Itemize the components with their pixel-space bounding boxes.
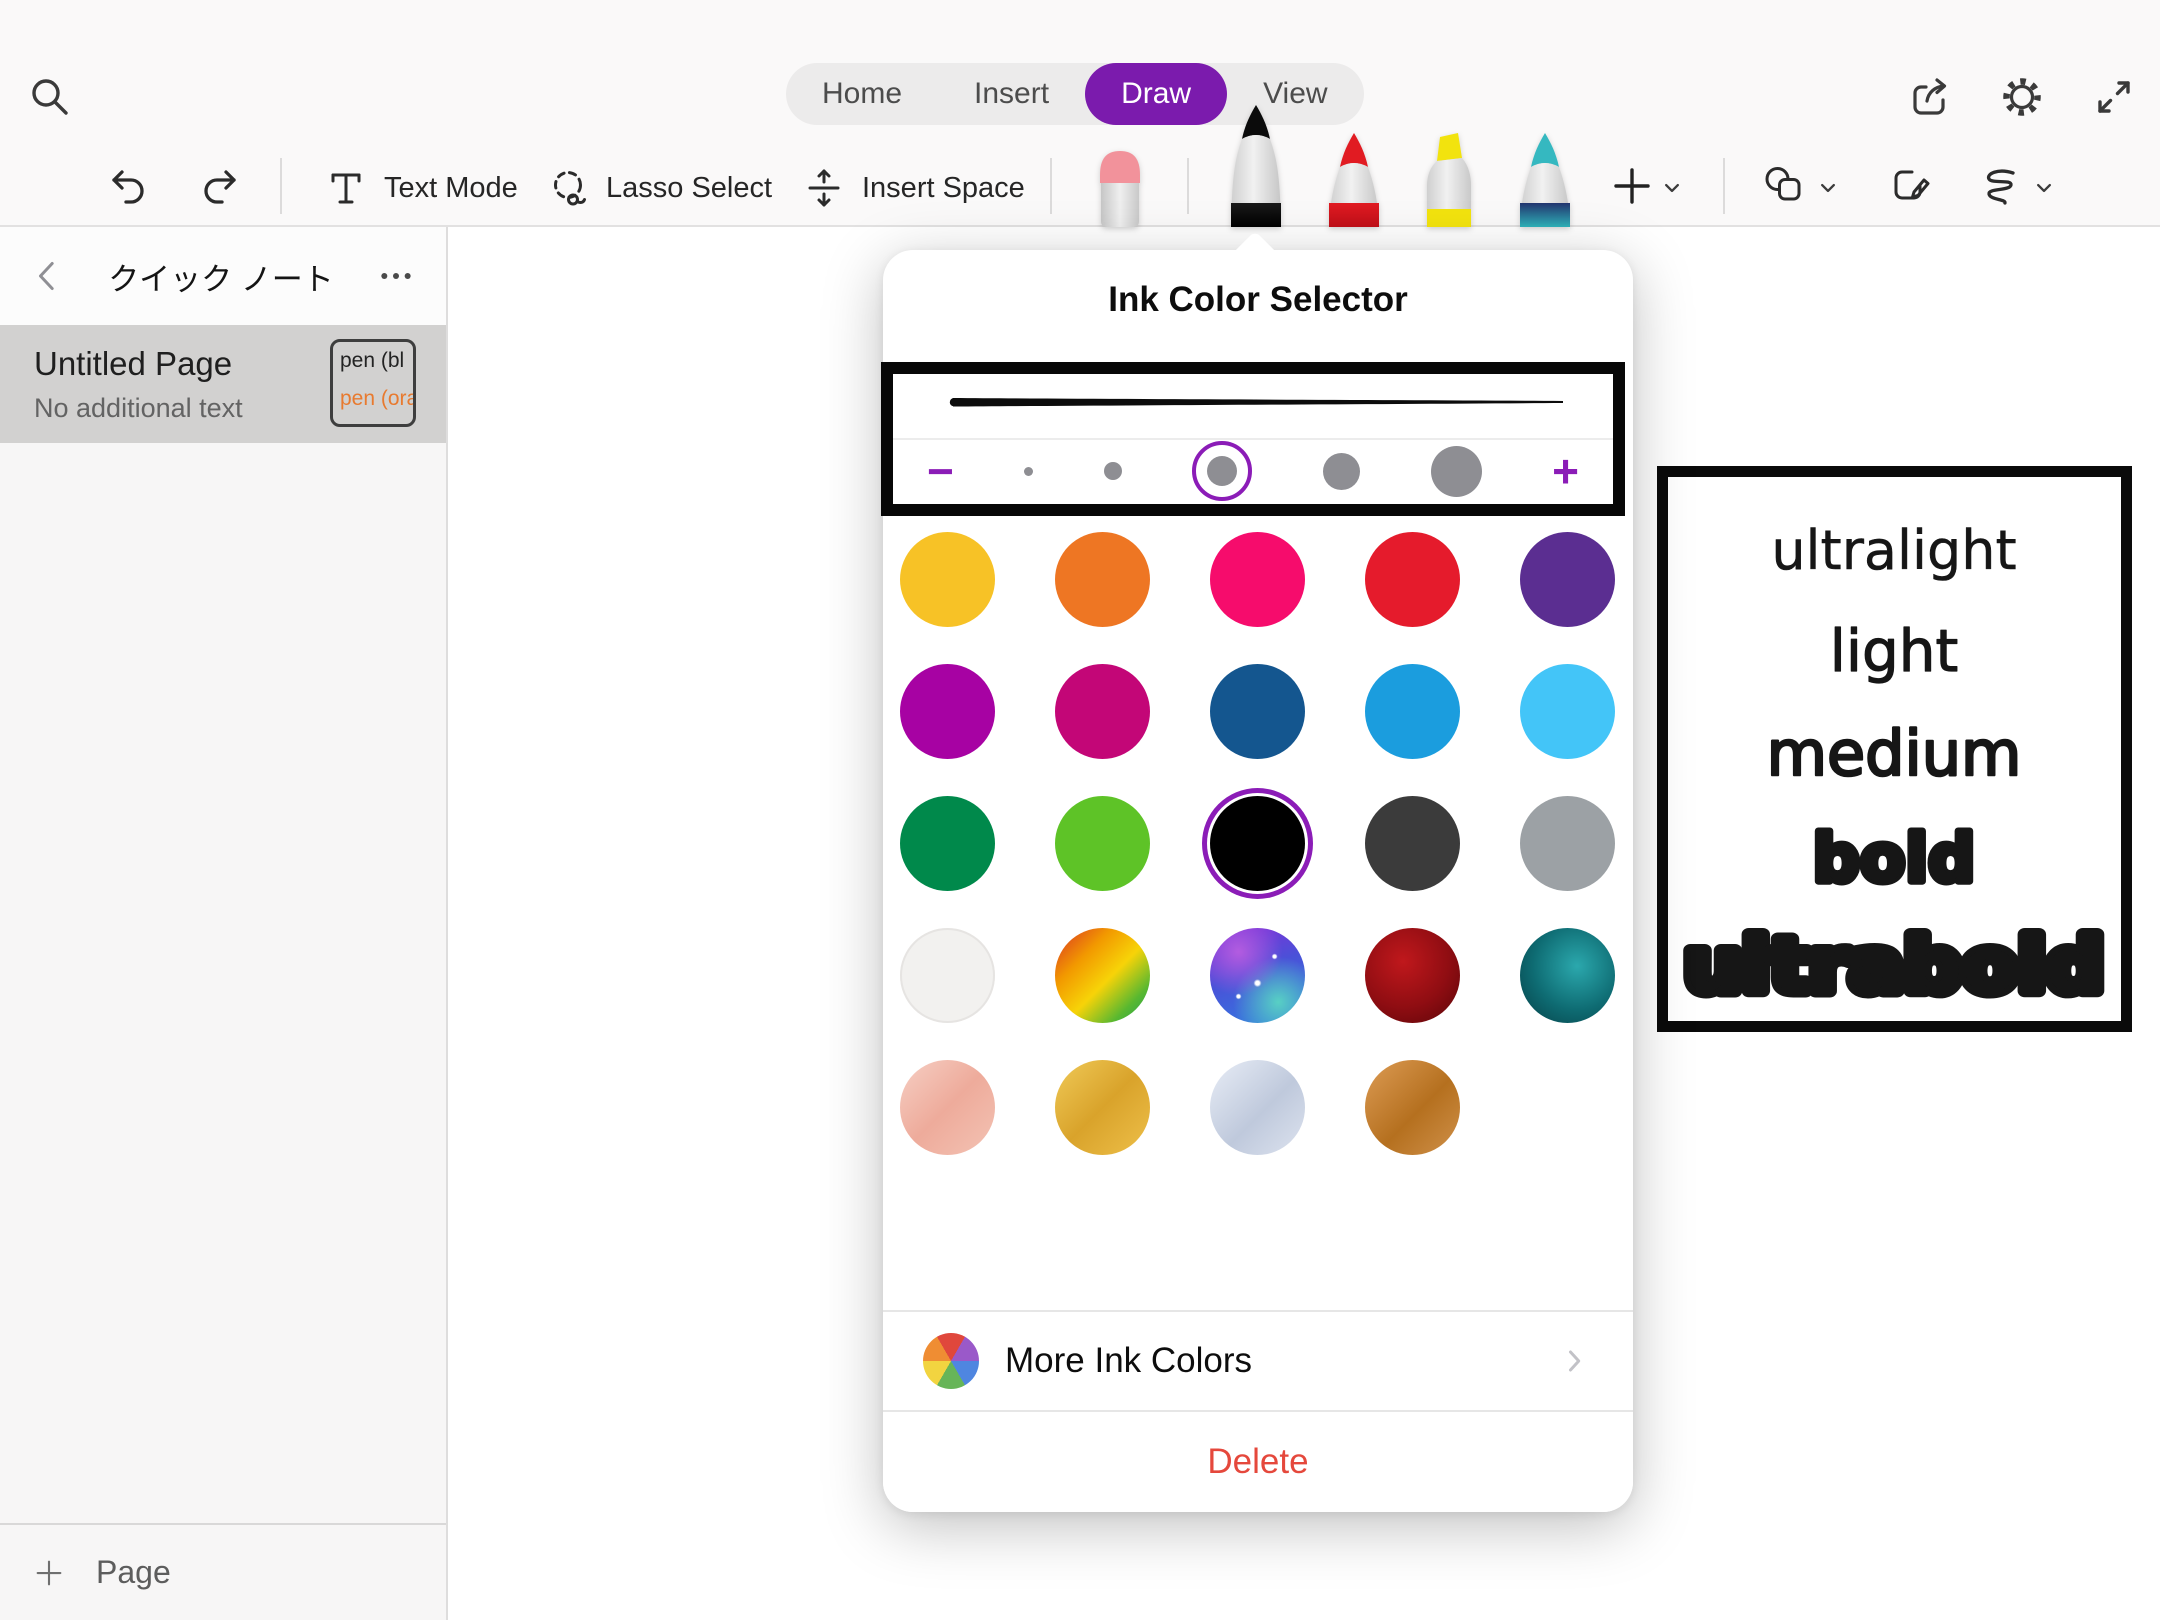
chevron-down-icon[interactable] xyxy=(1658,174,1686,202)
ink-swatch-blue[interactable] xyxy=(1365,664,1460,759)
tool-pen-black-selected[interactable] xyxy=(1218,103,1294,232)
notebook-title: クイック ノート xyxy=(68,254,374,299)
page-list-item-selected[interactable]: Untitled Page No additional text pen (bl… xyxy=(0,325,446,443)
tool-pen-galaxy[interactable] xyxy=(1507,131,1583,232)
ink-swatch-purple[interactable] xyxy=(1520,532,1615,627)
weight-sample-medium: medium xyxy=(1767,717,2022,790)
toolbar-divider xyxy=(1187,158,1189,214)
toolbar-divider xyxy=(280,158,282,214)
insert-space-button[interactable]: Insert Space xyxy=(800,150,1025,226)
stroke-size-dot-2[interactable] xyxy=(1104,462,1122,480)
ink-swatch-gold-metallic[interactable] xyxy=(1055,1060,1150,1155)
increase-size-button[interactable]: + xyxy=(1552,448,1579,494)
thumbnail-ink-line: pen (bl xyxy=(333,342,413,380)
weight-sample-light: light xyxy=(1830,617,1959,685)
add-page-button[interactable]: Page xyxy=(0,1523,446,1620)
lasso-icon xyxy=(544,164,592,212)
insert-space-icon xyxy=(800,164,848,212)
ink-swatch-galaxy[interactable] xyxy=(1210,928,1305,1023)
stroke-size-selector: − + xyxy=(893,438,1613,502)
ink-swatch-ruby[interactable] xyxy=(1365,928,1460,1023)
undo-icon[interactable] xyxy=(104,160,152,208)
text-mode-label: Text Mode xyxy=(384,172,518,205)
redo-icon[interactable] xyxy=(196,160,244,208)
tool-highlighter-yellow[interactable] xyxy=(1412,131,1486,232)
delete-label: Delete xyxy=(1207,1442,1308,1482)
ink-swatch-silver[interactable] xyxy=(1210,1060,1305,1155)
settings-gear-icon[interactable] xyxy=(1998,73,2046,121)
share-icon[interactable] xyxy=(1906,73,1954,121)
stroke-size-dot-3[interactable] xyxy=(1207,456,1237,486)
ink-replay-squiggle-icon[interactable] xyxy=(1976,162,2024,210)
ink-swatch-gold[interactable] xyxy=(900,532,995,627)
ink-swatch-rose-gold[interactable] xyxy=(900,1060,995,1155)
toolbar-divider xyxy=(1050,158,1052,214)
ribbon-tab-home[interactable]: Home xyxy=(786,63,938,125)
fullscreen-expand-icon[interactable] xyxy=(2090,73,2138,121)
sidebar-header: クイック ノート xyxy=(0,227,446,325)
shapes-icon[interactable] xyxy=(1760,162,1808,210)
text-mode-icon xyxy=(322,164,370,212)
onenote-draw-window: HomeInsertDrawView xyxy=(0,0,2160,1620)
ink-swatch-white[interactable] xyxy=(900,928,995,1023)
tool-eraser[interactable] xyxy=(1084,147,1156,232)
ink-swatch-dark-gray[interactable] xyxy=(1365,796,1460,891)
lasso-select-button[interactable]: Lasso Select xyxy=(544,150,772,226)
plus-icon xyxy=(32,1556,66,1590)
ink-swatch-pink[interactable] xyxy=(1210,532,1305,627)
stroke-size-dot-5[interactable] xyxy=(1431,446,1482,497)
more-ink-colors-row[interactable]: More Ink Colors xyxy=(883,1310,1633,1412)
insert-space-label: Insert Space xyxy=(862,172,1025,205)
search-icon[interactable] xyxy=(26,73,74,121)
more-options-ellipsis-icon[interactable] xyxy=(374,256,418,296)
stroke-size-selected-ring[interactable] xyxy=(1192,441,1252,501)
ink-swatch-gray[interactable] xyxy=(1520,796,1615,891)
ink-swatch-black[interactable] xyxy=(1210,796,1305,891)
thumbnail-ink-line: pen (ora xyxy=(333,380,413,418)
ink-swatch-bronze[interactable] xyxy=(1365,1060,1460,1155)
stroke-width-preview xyxy=(947,390,1567,414)
ink-annotation-icon[interactable] xyxy=(1886,162,1934,210)
weight-sample-bold: bold xyxy=(1813,820,1975,897)
more-ink-colors-label: More Ink Colors xyxy=(1005,1341,1531,1381)
delete-pen-button[interactable]: Delete xyxy=(883,1412,1633,1512)
toolbar-divider xyxy=(1723,158,1725,214)
ink-swatch-lime-green[interactable] xyxy=(1055,796,1150,891)
ink-swatch-magenta[interactable] xyxy=(900,664,995,759)
stroke-weight-samples-box: ultralight light medium bold ultrabold xyxy=(1657,466,2132,1032)
lasso-select-label: Lasso Select xyxy=(606,172,772,205)
decrease-size-button[interactable]: − xyxy=(927,448,954,494)
page-title: Untitled Page xyxy=(34,345,232,383)
weight-sample-ultralight: ultralight xyxy=(1771,519,2016,582)
tool-pen-red[interactable] xyxy=(1316,131,1392,232)
page-sidebar: クイック ノート Untitled Page No additional tex… xyxy=(0,227,448,1620)
page-subtitle: No additional text xyxy=(34,393,243,424)
chevron-down-icon[interactable] xyxy=(2030,174,2058,202)
weight-sample-ultrabold: ultrabold xyxy=(1684,923,2104,1009)
ink-swatch-sky-blue[interactable] xyxy=(1520,664,1615,759)
ink-swatch-ocean[interactable] xyxy=(1520,928,1615,1023)
top-toolbar: HomeInsertDrawView xyxy=(0,0,2160,227)
stroke-size-dot-4[interactable] xyxy=(1323,453,1360,490)
ribbon-tab-draw[interactable]: Draw xyxy=(1085,63,1227,125)
text-mode-button[interactable]: Text Mode xyxy=(322,150,518,226)
ink-swatch-raspberry[interactable] xyxy=(1055,664,1150,759)
ink-swatch-red[interactable] xyxy=(1365,532,1460,627)
color-wheel-icon xyxy=(923,1333,979,1389)
stroke-size-dot-1[interactable] xyxy=(1024,467,1033,476)
ink-swatch-navy-blue[interactable] xyxy=(1210,664,1305,759)
page-thumbnail: pen (bl pen (ora xyxy=(330,339,416,427)
ribbon-tab-insert[interactable]: Insert xyxy=(938,63,1085,125)
ink-swatch-green[interactable] xyxy=(900,796,995,891)
chevron-right-icon xyxy=(1557,1343,1593,1379)
ink-color-grid xyxy=(900,532,1615,1155)
ink-swatch-rainbow-glitter[interactable] xyxy=(1055,928,1150,1023)
back-chevron-icon[interactable] xyxy=(28,256,68,296)
add-page-label: Page xyxy=(96,1554,171,1591)
add-pen-button[interactable] xyxy=(1608,162,1656,210)
ink-swatch-orange[interactable] xyxy=(1055,532,1150,627)
chevron-down-icon[interactable] xyxy=(1814,174,1842,202)
stroke-width-panel-highlight-box: − + xyxy=(881,362,1625,516)
popup-title: Ink Color Selector xyxy=(883,280,1633,320)
